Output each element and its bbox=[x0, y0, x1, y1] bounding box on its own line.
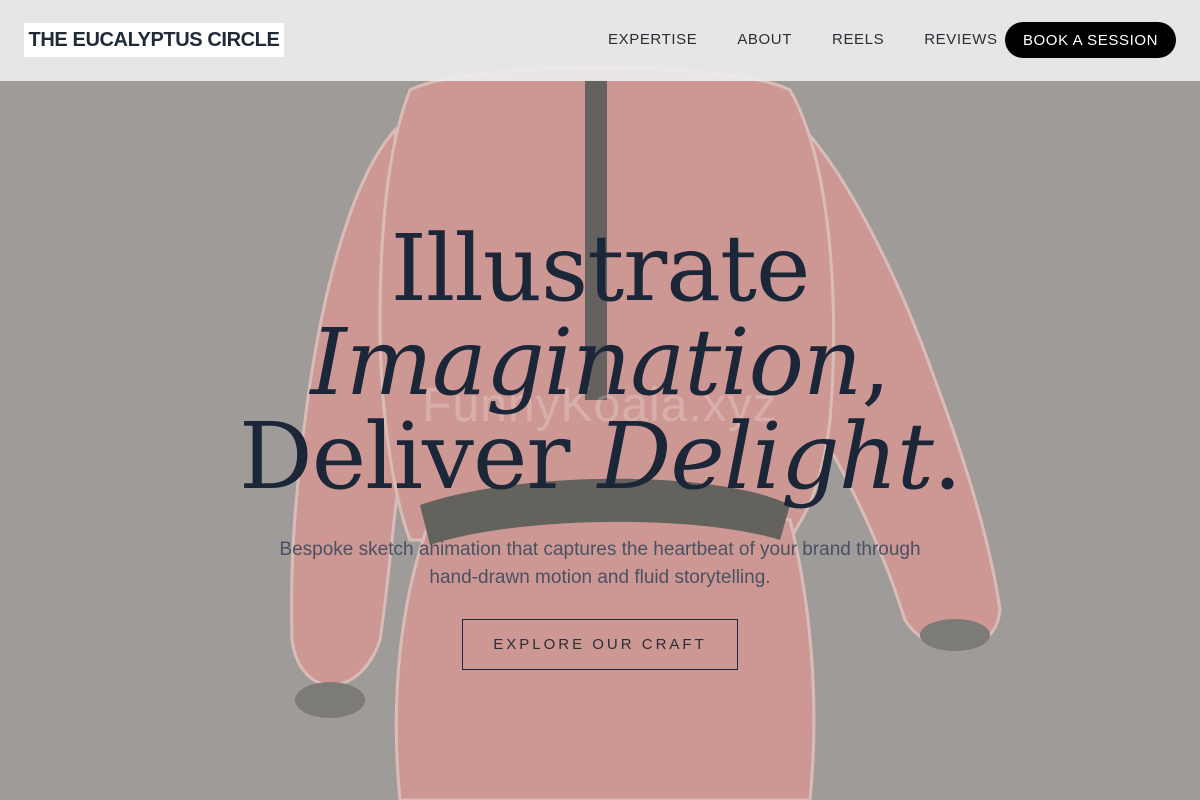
nav-link-about[interactable]: ABOUT bbox=[737, 28, 792, 52]
hero-headline: Illustrate Imagination, Deliver Delight. bbox=[0, 222, 1200, 504]
book-session-button[interactable]: BOOK A SESSION bbox=[1005, 22, 1176, 58]
nav-link-expertise[interactable]: EXPERTISE bbox=[608, 28, 697, 52]
explore-craft-button[interactable]: EXPLORE OUR CRAFT bbox=[462, 619, 738, 670]
headline-line-3: Deliver Delight. bbox=[0, 410, 1200, 504]
page: FunnyKoala.xyz THE EUCALYPTUS CIRCLE EXP… bbox=[0, 0, 1200, 800]
nav-link-reviews[interactable]: REVIEWS bbox=[924, 28, 997, 52]
headline-period: . bbox=[932, 403, 962, 510]
hero-subtitle: Bespoke sketch animation that captures t… bbox=[279, 539, 921, 588]
headline-italic-delight: Delight bbox=[597, 403, 934, 510]
nav-link-reels[interactable]: REELS bbox=[832, 28, 884, 52]
headline-line-2: Imagination, bbox=[0, 316, 1200, 410]
brand-logo[interactable]: THE EUCALYPTUS CIRCLE bbox=[24, 23, 284, 57]
headline-comma: , bbox=[861, 309, 890, 416]
headline-line-1: Illustrate bbox=[390, 215, 811, 322]
headline-deliver: Deliver bbox=[238, 403, 598, 510]
nav-links: EXPERTISE ABOUT REELS REVIEWS bbox=[608, 28, 998, 52]
top-navigation-bar: THE EUCALYPTUS CIRCLE EXPERTISE ABOUT RE… bbox=[0, 0, 1200, 81]
headline-italic-imagination: Imagination bbox=[310, 309, 862, 416]
